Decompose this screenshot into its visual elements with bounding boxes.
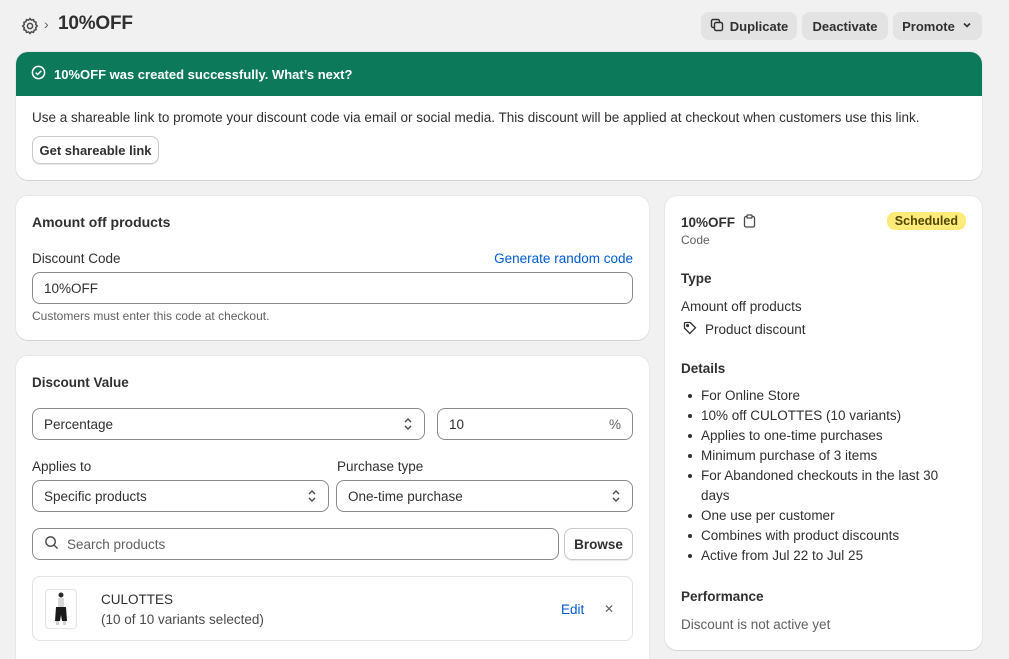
performance-heading: Performance — [681, 589, 764, 604]
get-shareable-link-button[interactable]: Get shareable link — [32, 136, 159, 164]
discount-amount-input[interactable]: 10 % — [437, 408, 633, 440]
purchase-type-select[interactable]: One-time purchase — [336, 480, 633, 512]
check-circle-icon — [31, 65, 46, 83]
details-item: Active from Jul 22 to Jul 25 — [681, 546, 966, 566]
banner-body: Use a shareable link to promote your dis… — [32, 110, 920, 125]
culottes-image — [55, 592, 67, 625]
type-heading: Type — [681, 271, 712, 286]
discount-type-select[interactable]: Percentage — [32, 408, 425, 440]
product-variants: (10 of 10 variants selected) — [101, 612, 264, 627]
details-heading: Details — [681, 361, 726, 376]
discount-value-title: Discount Value — [32, 375, 129, 390]
amount-card-title: Amount off products — [32, 214, 171, 230]
details-list: For Online Store 10% off CULOTTES (10 va… — [681, 386, 966, 566]
search-icon — [44, 535, 59, 553]
details-item: One use per customer — [681, 506, 966, 526]
duplicate-button[interactable]: Duplicate — [701, 12, 797, 40]
chevron-down-icon — [961, 19, 973, 34]
type-sub: Product discount — [705, 322, 806, 337]
details-item: 10% off CULOTTES (10 variants) — [681, 406, 966, 426]
details-item: For Abandoned checkouts in the last 30 d… — [681, 466, 966, 506]
generate-random-code-link[interactable]: Generate random code — [494, 251, 633, 266]
search-products-input[interactable]: Search products — [32, 528, 559, 560]
edit-product-link[interactable]: Edit — [561, 602, 584, 617]
purchase-type-value: One-time purchase — [348, 488, 463, 504]
banner-title: 10%OFF was created successfully. What’s … — [54, 66, 353, 82]
discount-value-card: Discount Value Percentage 10 % Applies t… — [16, 356, 649, 659]
applies-to-value: Specific products — [44, 488, 147, 504]
discount-code-help: Customers must enter this code at checko… — [32, 309, 270, 323]
summary-code-caption: Code — [681, 233, 710, 247]
select-arrows-icon — [611, 489, 621, 503]
product-list-item: CULOTTES (10 of 10 variants selected) Ed… — [32, 576, 633, 641]
select-arrows-icon — [307, 489, 317, 503]
deactivate-button[interactable]: Deactivate — [802, 12, 888, 40]
details-item: Applies to one-time purchases — [681, 426, 966, 446]
close-icon[interactable]: ✕ — [604, 602, 614, 616]
percent-suffix: % — [608, 416, 621, 432]
tag-icon — [683, 321, 697, 338]
details-item: Minimum purchase of 3 items — [681, 446, 966, 466]
page-title: 10%OFF — [58, 13, 133, 34]
discount-code-value: 10%OFF — [44, 280, 99, 296]
gear-icon[interactable] — [20, 16, 40, 36]
discount-amount-value: 10 — [449, 416, 465, 432]
breadcrumb-separator: › — [44, 16, 49, 32]
copy-icon — [710, 18, 724, 35]
performance-value: Discount is not active yet — [681, 617, 831, 632]
summary-card: 10%OFF Code Scheduled Type Amount off pr… — [665, 196, 982, 650]
discount-code-label: Discount Code — [32, 251, 121, 266]
amount-off-card: Amount off products Discount Code Genera… — [16, 196, 649, 340]
type-sub-row: Product discount — [683, 321, 806, 338]
discount-code-input[interactable]: 10%OFF — [32, 272, 633, 304]
banner-header: 10%OFF was created successfully. What’s … — [16, 52, 982, 96]
discount-type-value: Percentage — [44, 416, 114, 432]
duplicate-label: Duplicate — [729, 18, 789, 34]
clipboard-icon[interactable] — [743, 214, 756, 231]
product-thumbnail — [45, 589, 77, 629]
status-badge: Scheduled — [886, 212, 966, 230]
summary-code-row: 10%OFF — [681, 214, 756, 231]
applies-to-label: Applies to — [32, 459, 92, 474]
summary-code: 10%OFF — [681, 215, 736, 230]
promote-button[interactable]: Promote — [893, 12, 982, 40]
applies-to-select[interactable]: Specific products — [32, 480, 329, 512]
promote-label: Promote — [902, 18, 955, 34]
browse-button[interactable]: Browse — [564, 528, 633, 560]
details-item: For Online Store — [681, 386, 966, 406]
success-banner: 10%OFF was created successfully. What’s … — [16, 52, 982, 180]
type-value: Amount off products — [681, 299, 802, 314]
details-item: Combines with product discounts — [681, 526, 966, 546]
product-name: CULOTTES — [101, 592, 174, 607]
purchase-type-label: Purchase type — [337, 459, 424, 474]
select-arrows-icon — [403, 417, 413, 431]
search-placeholder: Search products — [67, 536, 166, 552]
deactivate-label: Deactivate — [812, 18, 878, 34]
